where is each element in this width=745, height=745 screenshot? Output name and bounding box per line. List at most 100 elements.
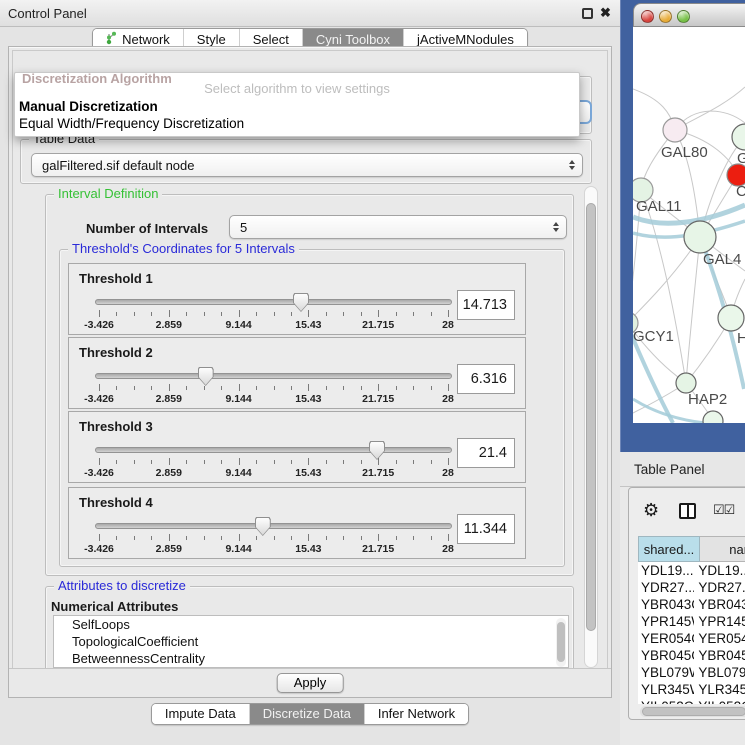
- scale-label--3-426: -3.426: [84, 319, 114, 331]
- table-row[interactable]: YBL079WYBL079W: [638, 664, 745, 681]
- numerical-attributes-list[interactable]: SelfLoopsTopologicalCoefficientBetweenne…: [53, 615, 569, 668]
- table-row[interactable]: YLR345WYLR345W: [638, 681, 745, 698]
- cell-name[interactable]: YPR145W: [694, 613, 745, 630]
- threshold-2-value[interactable]: 6.316: [457, 364, 515, 394]
- numerical-attributes-label: Numerical Attributes: [51, 599, 178, 614]
- cell-name[interactable]: YBR045C: [694, 647, 745, 664]
- table-horizontal-scrollbar[interactable]: [640, 706, 745, 717]
- attributes-list-scrollbar[interactable]: [556, 618, 566, 667]
- tab-discretize-data[interactable]: Discretize Data: [249, 704, 364, 724]
- network-view-canvas[interactable]: GAL80GGAL11CGAL4GCY1HHAP2: [633, 27, 745, 423]
- close-icon[interactable]: ✖: [600, 5, 611, 21]
- tick-mark: [99, 310, 100, 317]
- apply-button[interactable]: Apply: [277, 673, 344, 693]
- float-window-icon[interactable]: [582, 8, 593, 19]
- table-row[interactable]: YPR145WYPR145W: [638, 613, 745, 630]
- table-row[interactable]: YDL19...YDL19...: [638, 562, 745, 579]
- table-row[interactable]: YIL052CYIL052C: [638, 698, 745, 704]
- tick-mark: [431, 386, 432, 390]
- scale-label-15-43: 15.43: [295, 467, 321, 479]
- cell-name[interactable]: YER054C: [694, 630, 745, 647]
- table-data-combo-value: galFiltered.sif default node: [42, 158, 194, 173]
- scale-label-2-859: 2.859: [156, 543, 182, 555]
- table-row[interactable]: YER054CYER054C: [638, 630, 745, 647]
- cell-shared-name[interactable]: YER054C: [638, 630, 694, 647]
- settings-vertical-scrollbar[interactable]: [584, 186, 598, 668]
- tick-mark: [239, 384, 240, 391]
- column-header-shared-name[interactable]: shared...: [638, 536, 700, 562]
- table-row[interactable]: YBR043CYBR043C: [638, 596, 745, 613]
- cell-shared-name[interactable]: YDL19...: [638, 562, 694, 579]
- cell-name[interactable]: YDL19...: [694, 562, 745, 579]
- tick-mark: [343, 460, 344, 464]
- slider-scale-labels: -3.4262.8599.14415.4321.71528: [99, 543, 448, 555]
- network-node[interactable]: [732, 124, 745, 150]
- network-graph[interactable]: GAL80GGAL11CGAL4GCY1HHAP2: [633, 27, 745, 423]
- table-data-combobox[interactable]: galFiltered.sif default node: [31, 153, 583, 177]
- tick-mark: [308, 458, 309, 465]
- scale-label-28: 28: [442, 543, 454, 555]
- split-columns-icon[interactable]: [679, 503, 696, 519]
- threshold-2-panel: Threshold 2 -3.4262.8599.14415.4321.7152…: [68, 337, 526, 409]
- cell-name[interactable]: YDR27...: [694, 579, 745, 596]
- table-panel-titlebar[interactable]: Table Panel: [620, 452, 745, 487]
- cell-shared-name[interactable]: YIL052C: [638, 698, 694, 704]
- cell-name[interactable]: YLR345W: [694, 681, 745, 698]
- network-node[interactable]: [663, 118, 687, 142]
- scale-label-9-144: 9.144: [225, 393, 251, 405]
- attribute-item-topologicalcoefficient[interactable]: TopologicalCoefficient: [54, 633, 568, 650]
- threshold-4-slider[interactable]: -3.4262.8599.14415.4321.71528: [95, 520, 452, 558]
- table-body[interactable]: YDL19...YDL19...YDR27...YDR27...YBR043CY…: [638, 562, 745, 704]
- threshold-3-slider[interactable]: -3.4262.8599.14415.4321.71528: [95, 444, 452, 482]
- attribute-item-selfloops[interactable]: SelfLoops: [54, 616, 568, 633]
- column-header-name[interactable]: name: [700, 536, 745, 562]
- cell-shared-name[interactable]: YBL079W: [638, 664, 694, 681]
- select-columns-icon[interactable]: ☑☑: [713, 502, 734, 518]
- slider-ticks: [99, 458, 448, 466]
- thresholds-group: Threshold's Coordinates for 5 Intervals …: [59, 249, 565, 567]
- network-node[interactable]: [676, 373, 696, 393]
- cell-name[interactable]: YBR043C: [694, 596, 745, 613]
- table-row[interactable]: YDR27...YDR27...: [638, 579, 745, 596]
- zoom-traffic-light[interactable]: [677, 10, 690, 23]
- network-window-titlebar[interactable]: [633, 3, 745, 27]
- number-of-intervals-combobox[interactable]: 5: [229, 215, 567, 239]
- gear-icon[interactable]: ⚙: [643, 500, 659, 521]
- table-row[interactable]: YBR045CYBR045C: [638, 647, 745, 664]
- threshold-3-value[interactable]: 21.4: [457, 438, 515, 468]
- scrollbar-thumb[interactable]: [642, 707, 745, 716]
- cell-shared-name[interactable]: YLR345W: [638, 681, 694, 698]
- popup-item-manual-discretization[interactable]: Manual Discretization: [18, 99, 576, 116]
- cell-shared-name[interactable]: YBR043C: [638, 596, 694, 613]
- tick-mark: [448, 384, 449, 391]
- tab-impute-data[interactable]: Impute Data: [152, 704, 249, 724]
- cell-name[interactable]: YIL052C: [694, 698, 745, 704]
- tick-mark: [134, 536, 135, 540]
- threshold-1-value[interactable]: 14.713: [457, 290, 515, 320]
- threshold-2-slider[interactable]: -3.4262.8599.14415.4321.71528: [95, 370, 452, 408]
- close-traffic-light[interactable]: [641, 10, 654, 23]
- scrollbar-thumb[interactable]: [557, 622, 565, 662]
- network-node[interactable]: [718, 305, 744, 331]
- network-node[interactable]: [703, 411, 723, 423]
- control-panel-titlebar[interactable]: Control Panel ✖: [0, 0, 620, 27]
- popup-item-equal-width-frequency[interactable]: Equal Width/Frequency Discretization: [18, 116, 576, 133]
- scale-label-2-859: 2.859: [156, 467, 182, 479]
- network-node[interactable]: [684, 221, 716, 253]
- threshold-2-label: Threshold 2: [79, 345, 153, 360]
- scrollbar-thumb[interactable]: [586, 203, 596, 631]
- table-data-group: Table Data galFiltered.sif default node: [20, 139, 592, 184]
- attributes-group-title: Attributes to discretize: [54, 578, 190, 593]
- node-label-gal11: GAL11: [636, 198, 682, 215]
- threshold-1-slider[interactable]: -3.4262.8599.14415.4321.71528: [95, 296, 452, 334]
- cell-name[interactable]: YBL079W: [694, 664, 745, 681]
- slider-ticks: [99, 384, 448, 392]
- tick-mark: [361, 386, 362, 390]
- threshold-4-value[interactable]: 11.344: [457, 514, 515, 544]
- cell-shared-name[interactable]: YDR27...: [638, 579, 694, 596]
- cell-shared-name[interactable]: YPR145W: [638, 613, 694, 630]
- attribute-item-betweennesscentrality[interactable]: BetweennessCentrality: [54, 650, 568, 667]
- cell-shared-name[interactable]: YBR045C: [638, 647, 694, 664]
- minimize-traffic-light[interactable]: [659, 10, 672, 23]
- tab-infer-network[interactable]: Infer Network: [364, 704, 468, 724]
